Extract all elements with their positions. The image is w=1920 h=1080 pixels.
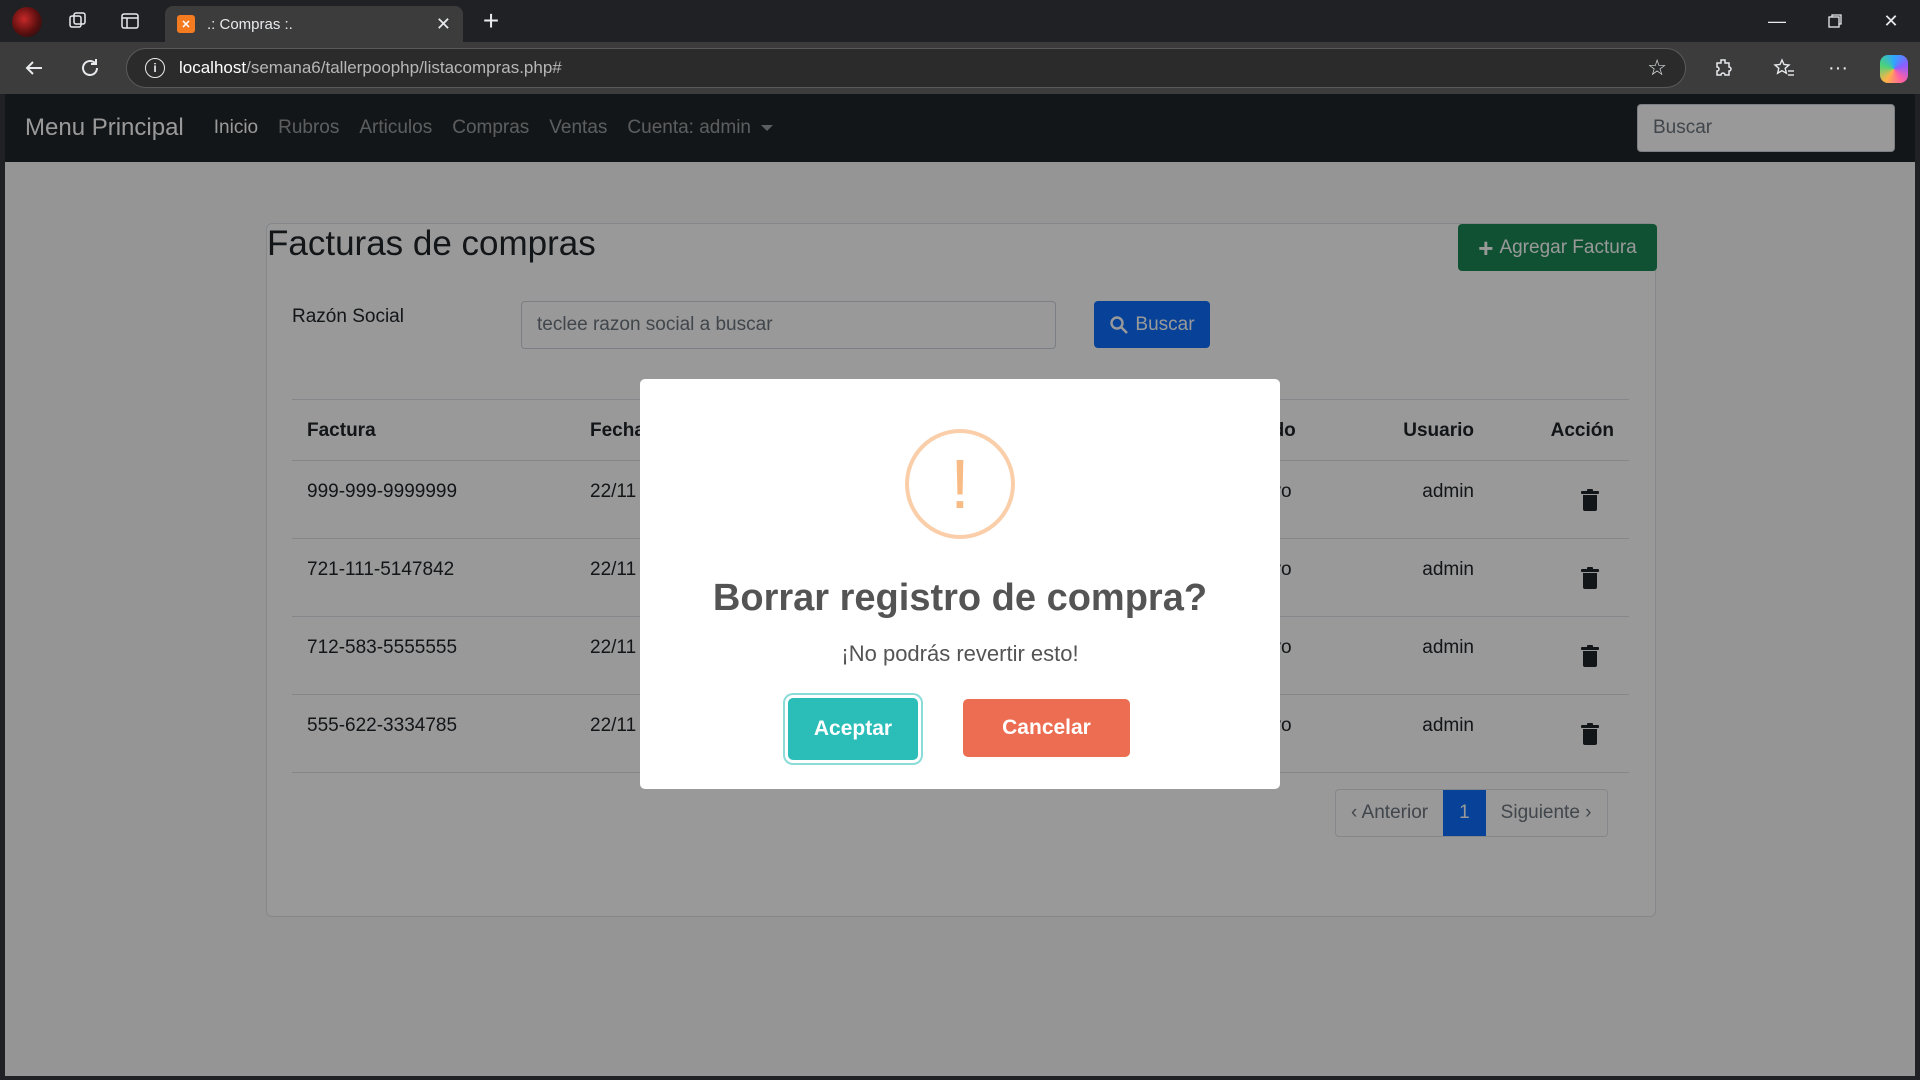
profile-avatar[interactable] [12, 7, 42, 37]
close-window-icon[interactable]: ✕ [1862, 0, 1920, 42]
back-icon[interactable] [16, 50, 52, 86]
browser-tab-active[interactable]: ✕ .: Compras :. ✕ [165, 6, 463, 42]
restore-icon[interactable] [1806, 0, 1864, 42]
dialog-title: Borrar registro de compra? [712, 577, 1208, 619]
dialog-text: ¡No podrás revertir esto! [841, 641, 1079, 666]
favorites-icon[interactable] [1766, 50, 1802, 86]
reload-icon[interactable] [72, 50, 108, 86]
warning-icon: ! [905, 429, 1015, 539]
new-tab-icon[interactable]: + [474, 6, 508, 40]
favorite-star-icon[interactable]: ☆ [1647, 55, 1667, 81]
browser-tab-strip: ✕ .: Compras :. ✕ + — ✕ [0, 0, 1920, 42]
url-path: /semana6/tallerpoophp/listacompras.php# [246, 58, 562, 77]
vertical-tabs-icon[interactable] [106, 0, 154, 42]
url-field[interactable]: i localhost/semana6/tallerpoophp/listaco… [126, 48, 1686, 88]
confirm-button[interactable]: Aceptar [788, 698, 918, 760]
minimize-icon[interactable]: — [1748, 0, 1806, 42]
extensions-icon[interactable] [1706, 50, 1742, 86]
tab-title: .: Compras :. [207, 15, 293, 33]
address-toolbar: i localhost/semana6/tallerpoophp/listaco… [0, 42, 1920, 94]
site-info-icon[interactable]: i [145, 58, 165, 78]
confirm-delete-dialog: ! Borrar registro de compra? ¡No podrás … [640, 379, 1280, 789]
cancel-button[interactable]: Cancelar [963, 699, 1130, 757]
copilot-icon[interactable] [1880, 55, 1908, 83]
more-options-icon[interactable]: ··· [1820, 50, 1856, 86]
workspaces-icon[interactable] [54, 0, 102, 42]
url-host: localhost [179, 58, 247, 77]
close-tab-icon[interactable]: ✕ [436, 14, 451, 35]
xampp-favicon-icon: ✕ [177, 15, 195, 33]
